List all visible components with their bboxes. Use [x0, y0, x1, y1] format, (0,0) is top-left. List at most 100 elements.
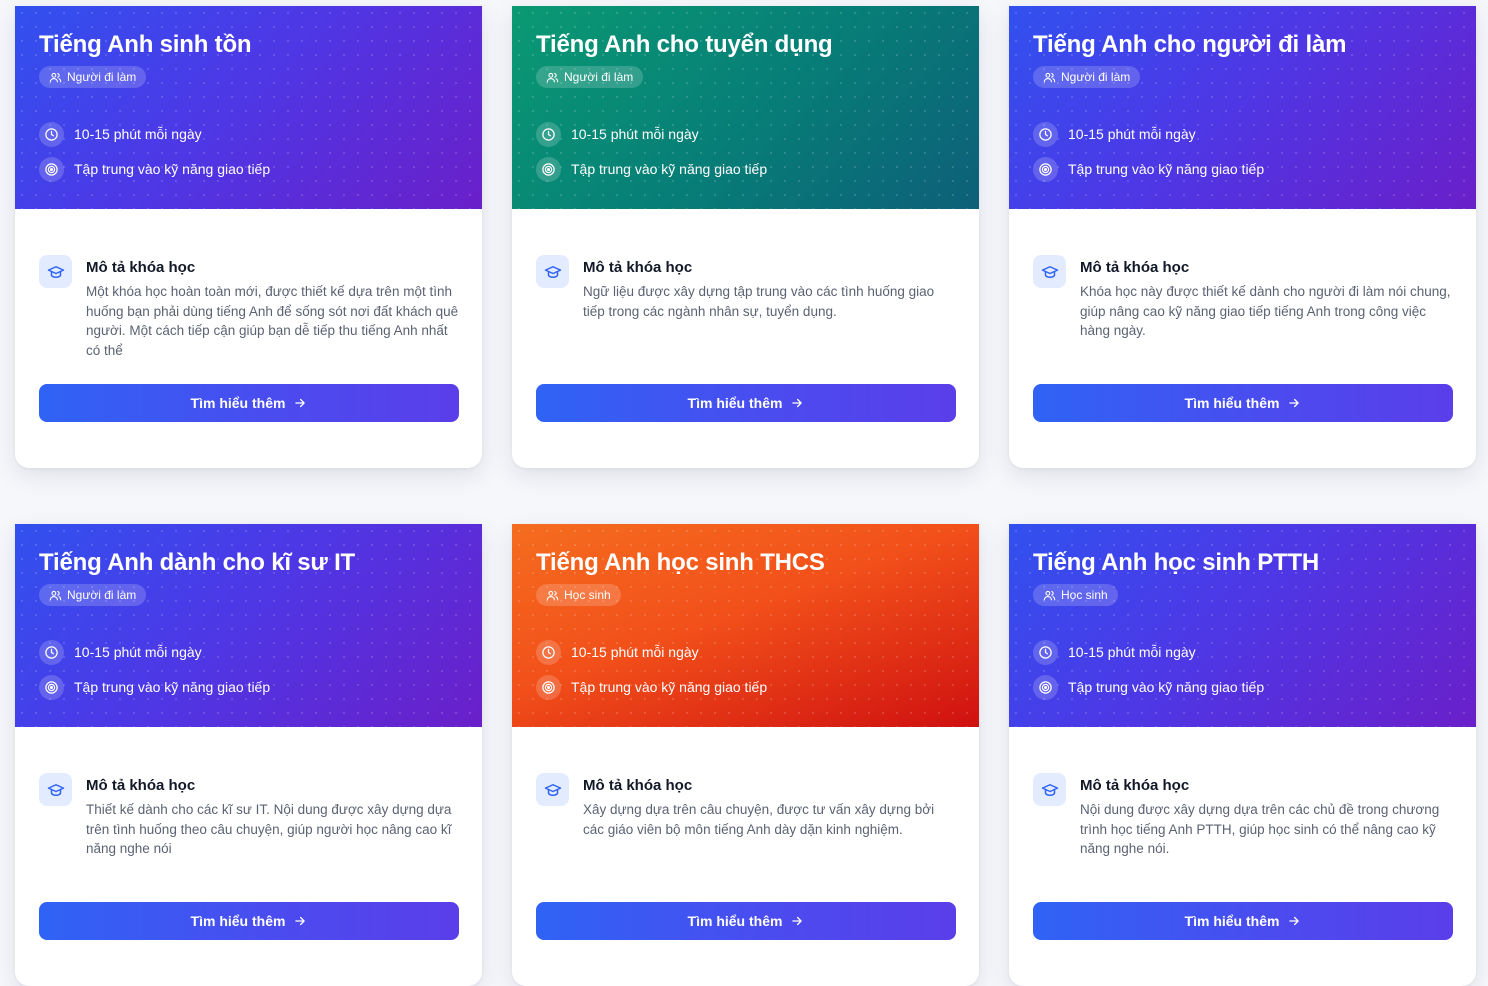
arrow-right-icon: [295, 916, 306, 926]
course-card: Tiếng Anh sinh tồn Người đi làm 10-15 ph…: [15, 6, 482, 468]
audience-label: Người đi làm: [564, 70, 634, 84]
target-icon: [39, 674, 64, 700]
duration-text: 10-15 phút mỗi ngày: [74, 644, 202, 660]
users-icon: [546, 590, 559, 600]
course-title: Tiếng Anh học sinh THCS: [536, 549, 825, 576]
clock-icon: [536, 639, 561, 665]
clock-icon: [39, 121, 64, 147]
duration-row: 10-15 phút mỗi ngày: [1033, 635, 1452, 670]
graduation-cap-icon: [39, 255, 72, 288]
clock-icon: [1033, 639, 1058, 665]
course-card: Tiếng Anh học sinh THCS Học sinh 10-15 p…: [512, 524, 979, 986]
description-title: Mô tả khóa học: [583, 777, 693, 794]
audience-label: Học sinh: [564, 588, 611, 602]
learn-more-button[interactable]: Tìm hiểu thêm: [39, 902, 459, 940]
course-title: Tiếng Anh cho tuyển dụng: [536, 31, 833, 58]
description-text: Một khóa học hoàn toàn mới, được thiết k…: [86, 284, 459, 358]
focus-text: Tập trung vào kỹ năng giao tiếp: [571, 161, 768, 177]
duration-text: 10-15 phút mỗi ngày: [571, 644, 699, 660]
learn-more-label: Tìm hiểu thêm: [190, 395, 286, 411]
graduation-cap-icon: [536, 255, 569, 288]
learn-more-label: Tìm hiểu thêm: [687, 395, 783, 411]
users-icon: [49, 72, 62, 82]
target-icon: [1033, 156, 1058, 182]
learn-more-label: Tìm hiểu thêm: [687, 913, 783, 929]
focus-row: Tập trung vào kỹ năng giao tiếp: [39, 152, 458, 187]
course-card-header: Tiếng Anh dành cho kĩ sư IT Người đi làm…: [15, 524, 482, 727]
course-card-header: Tiếng Anh cho người đi làm Người đi làm …: [1009, 6, 1476, 209]
duration-text: 10-15 phút mỗi ngày: [1068, 126, 1196, 142]
course-title: Tiếng Anh sinh tồn: [39, 31, 252, 58]
learn-more-button[interactable]: Tìm hiểu thêm: [536, 902, 956, 940]
audience-badge: Người đi làm: [1033, 66, 1141, 88]
graduation-cap-icon: [1033, 255, 1066, 288]
duration-row: 10-15 phút mỗi ngày: [536, 117, 955, 152]
description-title: Mô tả khóa học: [583, 259, 693, 276]
audience-badge: Người đi làm: [39, 584, 147, 606]
arrow-right-icon: [1289, 398, 1300, 408]
clock-icon: [536, 121, 561, 147]
learn-more-button[interactable]: Tìm hiểu thêm: [536, 384, 956, 422]
focus-text: Tập trung vào kỹ năng giao tiếp: [74, 679, 271, 695]
arrow-right-icon: [792, 398, 803, 408]
focus-text: Tập trung vào kỹ năng giao tiếp: [1068, 679, 1265, 695]
clock-icon: [39, 639, 64, 665]
arrow-right-icon: [295, 398, 306, 408]
duration-row: 10-15 phút mỗi ngày: [1033, 117, 1452, 152]
clock-icon: [1033, 121, 1058, 147]
duration-row: 10-15 phút mỗi ngày: [39, 635, 458, 670]
target-icon: [536, 674, 561, 700]
course-card: Tiếng Anh học sinh PTTH Học sinh 10-15 p…: [1009, 524, 1476, 986]
course-card: Tiếng Anh cho người đi làm Người đi làm …: [1009, 6, 1476, 468]
learn-more-button[interactable]: Tìm hiểu thêm: [1033, 384, 1453, 422]
audience-badge: Người đi làm: [39, 66, 147, 88]
graduation-cap-icon: [1033, 773, 1066, 806]
course-card-header: Tiếng Anh học sinh PTTH Học sinh 10-15 p…: [1009, 524, 1476, 727]
focus-row: Tập trung vào kỹ năng giao tiếp: [536, 670, 955, 705]
audience-label: Người đi làm: [1061, 70, 1131, 84]
focus-text: Tập trung vào kỹ năng giao tiếp: [1068, 161, 1265, 177]
focus-row: Tập trung vào kỹ năng giao tiếp: [536, 152, 955, 187]
course-grid: Tiếng Anh sinh tồn Người đi làm 10-15 ph…: [15, 6, 1476, 986]
duration-text: 10-15 phút mỗi ngày: [571, 126, 699, 142]
users-icon: [546, 72, 559, 82]
description-title: Mô tả khóa học: [86, 259, 196, 276]
learn-more-button[interactable]: Tìm hiểu thêm: [39, 384, 459, 422]
audience-label: Người đi làm: [67, 588, 137, 602]
target-icon: [536, 156, 561, 182]
duration-text: 10-15 phút mỗi ngày: [1068, 644, 1196, 660]
course-card-header: Tiếng Anh sinh tồn Người đi làm 10-15 ph…: [15, 6, 482, 209]
course-card-header: Tiếng Anh cho tuyển dụng Người đi làm 10…: [512, 6, 979, 209]
description-title: Mô tả khóa học: [86, 777, 196, 794]
description-text: Nội dung được xây dựng dựa trên các chủ …: [1080, 802, 1440, 856]
duration-text: 10-15 phút mỗi ngày: [74, 126, 202, 142]
description-text: Thiết kế dành cho các kĩ sư IT. Nội dung…: [86, 802, 452, 856]
graduation-cap-icon: [39, 773, 72, 806]
focus-row: Tập trung vào kỹ năng giao tiếp: [1033, 670, 1452, 705]
course-title: Tiếng Anh cho người đi làm: [1033, 31, 1347, 58]
learn-more-button[interactable]: Tìm hiểu thêm: [1033, 902, 1453, 940]
audience-badge: Người đi làm: [536, 66, 644, 88]
course-title: Tiếng Anh dành cho kĩ sư IT: [39, 549, 355, 576]
duration-row: 10-15 phút mỗi ngày: [536, 635, 955, 670]
course-card: Tiếng Anh cho tuyển dụng Người đi làm 10…: [512, 6, 979, 468]
description-title: Mô tả khóa học: [1080, 777, 1190, 794]
course-card: Tiếng Anh dành cho kĩ sư IT Người đi làm…: [15, 524, 482, 986]
audience-badge: Học sinh: [536, 584, 621, 606]
learn-more-label: Tìm hiểu thêm: [1184, 395, 1280, 411]
focus-row: Tập trung vào kỹ năng giao tiếp: [39, 670, 458, 705]
description-text: Khóa học này được thiết kế dành cho ngườ…: [1080, 284, 1451, 338]
description-text: Ngữ liệu được xây dựng tập trung vào các…: [583, 284, 935, 319]
audience-label: Người đi làm: [67, 70, 137, 84]
focus-text: Tập trung vào kỹ năng giao tiếp: [571, 679, 768, 695]
learn-more-label: Tìm hiểu thêm: [190, 913, 286, 929]
focus-text: Tập trung vào kỹ năng giao tiếp: [74, 161, 271, 177]
learn-more-label: Tìm hiểu thêm: [1184, 913, 1280, 929]
graduation-cap-icon: [536, 773, 569, 806]
description-title: Mô tả khóa học: [1080, 259, 1190, 276]
users-icon: [1043, 590, 1056, 600]
target-icon: [39, 156, 64, 182]
course-card-header: Tiếng Anh học sinh THCS Học sinh 10-15 p…: [512, 524, 979, 727]
users-icon: [49, 590, 62, 600]
audience-badge: Học sinh: [1033, 584, 1118, 606]
